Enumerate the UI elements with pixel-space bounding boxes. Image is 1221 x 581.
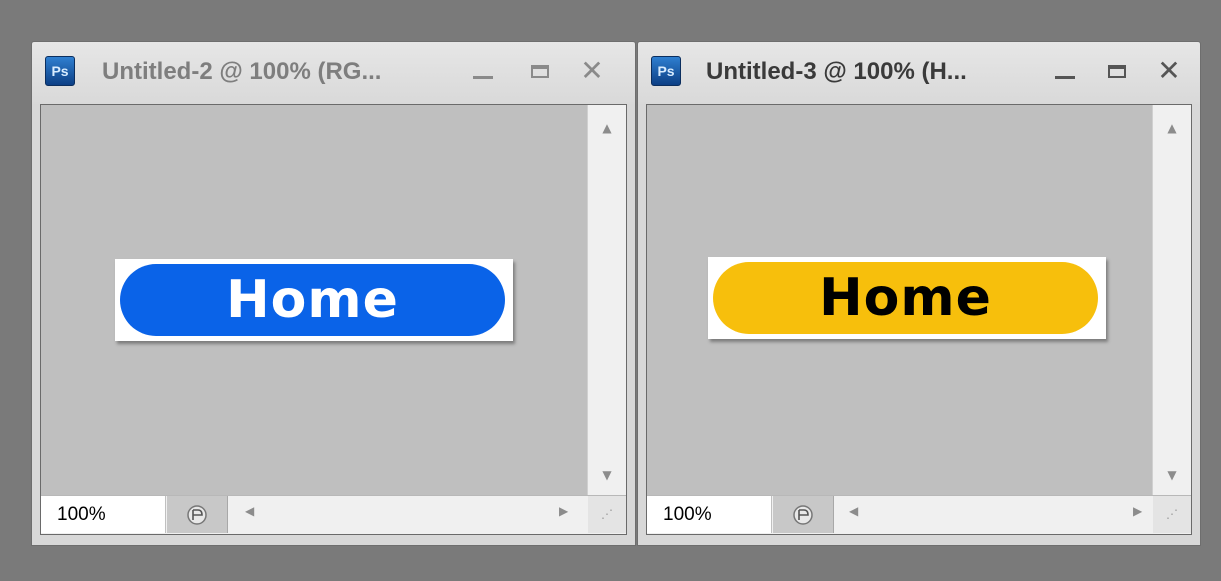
scroll-up-icon[interactable]: ▲ xyxy=(1153,121,1191,135)
canvas-area[interactable]: Home xyxy=(41,105,588,496)
status-menu-button[interactable] xyxy=(773,496,834,533)
document-canvas[interactable]: Home xyxy=(708,257,1106,339)
photoshop-icon: Ps xyxy=(651,56,681,86)
scroll-down-icon[interactable]: ▼ xyxy=(588,468,626,482)
zoom-level-field[interactable]: 100% xyxy=(647,496,772,533)
home-button-label: Home xyxy=(226,270,399,330)
status-menu-button[interactable] xyxy=(167,496,228,533)
minimize-button[interactable] xyxy=(470,58,496,84)
status-bar: 100% ◀ ▶ ⋰ xyxy=(41,495,626,534)
scroll-right-icon[interactable]: ▶ xyxy=(559,504,568,518)
minimize-icon xyxy=(473,75,493,79)
status-menu-icon xyxy=(793,504,813,525)
vertical-scrollbar[interactable]: ▲ ▼ xyxy=(1152,105,1191,496)
document-area: Home ▲ ▼ 100% ◀ ▶ ⋰ xyxy=(40,104,627,535)
scroll-left-icon[interactable]: ◀ xyxy=(849,504,858,518)
status-bar: 100% ◀ ▶ ⋰ xyxy=(647,495,1191,534)
minimize-icon xyxy=(1055,75,1075,79)
close-icon: ✕ xyxy=(580,54,604,87)
scroll-left-icon[interactable]: ◀ xyxy=(245,504,254,518)
home-button-graphic: Home xyxy=(713,262,1098,334)
maximize-icon xyxy=(1108,64,1126,78)
resize-grip-icon[interactable]: ⋰ xyxy=(588,496,626,533)
document-window-untitled-2[interactable]: Ps Untitled-2 @ 100% (RG... ✕ Home ▲ ▼ 1… xyxy=(31,41,636,546)
scroll-down-icon[interactable]: ▼ xyxy=(1153,468,1191,482)
document-area: Home ▲ ▼ 100% ◀ ▶ ⋰ xyxy=(646,104,1192,535)
title-bar[interactable]: Ps Untitled-2 @ 100% (RG... ✕ xyxy=(32,42,635,104)
close-button[interactable]: ✕ xyxy=(1156,54,1182,87)
scroll-up-icon[interactable]: ▲ xyxy=(588,121,626,135)
minimize-button[interactable] xyxy=(1052,58,1078,84)
scroll-right-icon[interactable]: ▶ xyxy=(1133,504,1142,518)
status-menu-icon xyxy=(187,504,207,525)
close-button[interactable]: ✕ xyxy=(579,54,605,87)
photoshop-icon: Ps xyxy=(45,56,75,86)
canvas-area[interactable]: Home xyxy=(647,105,1153,496)
vertical-scrollbar[interactable]: ▲ ▼ xyxy=(587,105,626,496)
window-title: Untitled-2 @ 100% (RG... xyxy=(102,58,382,85)
close-icon: ✕ xyxy=(1157,54,1181,87)
window-title: Untitled-3 @ 100% (H... xyxy=(706,58,967,85)
home-button-label: Home xyxy=(819,268,992,328)
zoom-level-field[interactable]: 100% xyxy=(41,496,166,533)
document-window-untitled-3[interactable]: Ps Untitled-3 @ 100% (H... ✕ Home ▲ ▼ 10… xyxy=(637,41,1201,546)
home-button-graphic: Home xyxy=(120,264,505,336)
maximize-icon xyxy=(531,64,549,78)
maximize-button[interactable] xyxy=(1104,58,1130,84)
document-canvas[interactable]: Home xyxy=(115,259,513,341)
title-bar[interactable]: Ps Untitled-3 @ 100% (H... ✕ xyxy=(638,42,1200,104)
resize-grip-icon[interactable]: ⋰ xyxy=(1153,496,1191,533)
maximize-button[interactable] xyxy=(527,58,553,84)
